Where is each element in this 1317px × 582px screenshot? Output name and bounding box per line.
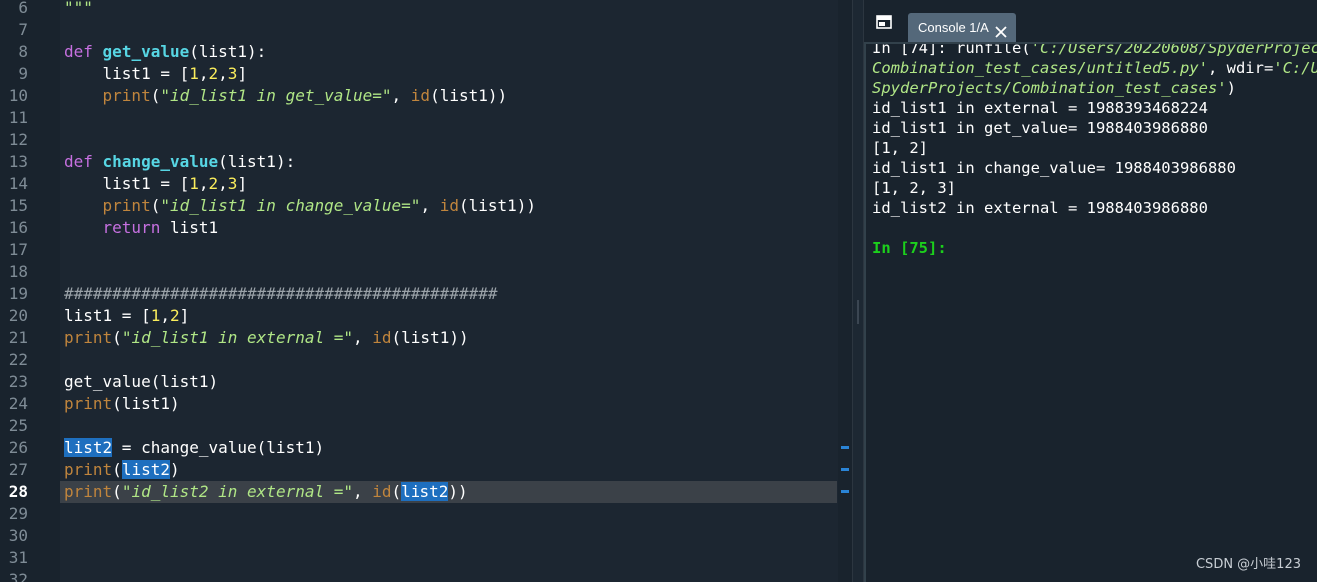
console-line: [1, 2] — [872, 139, 928, 157]
line-number: 11 — [8, 108, 28, 127]
code-text: def change_value(list1): — [64, 152, 296, 171]
code-text: print("id_list1 in get_value=", id(list1… — [102, 86, 508, 105]
line-number: 29 — [8, 504, 28, 523]
line-number: 30 — [8, 526, 28, 545]
console-line: Combination_test_cases/untitled5.py', wd… — [872, 59, 1317, 77]
code-text: print("id_list1 in external =", id(list1… — [64, 328, 469, 347]
occurrence-marker — [841, 490, 849, 493]
code-line[interactable]: 11 — [0, 107, 852, 129]
line-number: 27 — [8, 460, 28, 479]
code-text: list1 = [1,2,3] — [64, 64, 248, 83]
watermark: CSDN @小哇123 — [1195, 557, 1301, 572]
occurrence-marker — [841, 446, 849, 449]
line-number: 10 — [8, 86, 28, 105]
console-line: id_list1 in get_value= 1988403986880 — [872, 119, 1208, 137]
code-text: return list1 — [102, 218, 219, 237]
line-number: 16 — [8, 218, 28, 237]
console-tab-bar: Console 1/A — [864, 0, 1317, 43]
ipython-console-pane[interactable]: Console 1/A In [74]: runfile('C:/Users/2… — [864, 0, 1317, 582]
code-text: list2 = change_value(list1) — [64, 438, 325, 457]
line-number: 13 — [8, 152, 28, 171]
line-number: 32 — [8, 570, 28, 582]
code-line[interactable]: 12 — [0, 129, 852, 151]
line-number: 22 — [8, 350, 28, 369]
code-line[interactable]: 14 list1 = [1,2,3] — [0, 173, 852, 195]
line-number: 31 — [8, 548, 28, 567]
tab-console[interactable]: Console 1/A — [908, 13, 1016, 43]
code-line[interactable]: 29 — [0, 503, 852, 525]
code-line[interactable]: 6 """ — [0, 0, 852, 19]
line-number: 25 — [8, 416, 28, 435]
code-line[interactable]: 15 print("id_list1 in change_value=", id… — [0, 195, 852, 217]
occurrence-marker — [841, 468, 849, 471]
editor-scrollbar[interactable] — [838, 0, 852, 582]
line-number: 15 — [8, 196, 28, 215]
code-line[interactable]: 28 print("id_list2 in external =", id(lis… — [0, 481, 852, 503]
code-line[interactable]: 9 list1 = [1,2,3] — [0, 63, 852, 85]
code-text: print(list2) — [64, 460, 180, 479]
console-line: id_list1 in external = 1988393468224 — [872, 99, 1208, 117]
console-line: [1, 2, 3] — [872, 179, 956, 197]
console-output[interactable]: In [74]: runfile('C:/Users/20220608/Spyd… — [864, 42, 1317, 582]
code-line[interactable]: 23 get_value(list1) — [0, 371, 852, 393]
line-number: 6 — [18, 0, 28, 17]
line-number: 7 — [18, 20, 28, 39]
code-text: print("id_list2 in external =", id(list2… — [64, 482, 468, 501]
code-line[interactable]: 24 print(list1) — [0, 393, 852, 415]
close-icon[interactable] — [994, 20, 1008, 38]
code-text: get_value(list1) — [64, 372, 219, 391]
line-number: 26 — [8, 438, 28, 457]
pane-splitter[interactable] — [852, 0, 864, 582]
line-number: 9 — [18, 64, 28, 83]
code-line[interactable]: 25 — [0, 415, 852, 437]
line-number: 28 — [8, 482, 28, 501]
code-line[interactable]: 16 return list1 — [0, 217, 852, 239]
code-text: ########################################… — [64, 284, 498, 303]
code-line[interactable]: 22 — [0, 349, 852, 371]
line-number: 17 — [8, 240, 28, 259]
line-number: 24 — [8, 394, 28, 413]
code-line[interactable]: 19 ######################################… — [0, 283, 852, 305]
line-number: 12 — [8, 130, 28, 149]
console-line: SpyderProjects/Combination_test_cases') — [872, 79, 1236, 97]
code-text: def get_value(list1): — [64, 42, 267, 61]
line-number: 23 — [8, 372, 28, 391]
line-number: 8 — [18, 42, 28, 61]
console-line: In [74]: runfile('C:/Users/20220608/Spyd… — [872, 42, 1317, 57]
code-line[interactable]: 31 — [0, 547, 852, 569]
line-number: 18 — [8, 262, 28, 281]
code-line[interactable]: 10 print("id_list1 in get_value=", id(li… — [0, 85, 852, 107]
splitter-grip[interactable] — [857, 300, 859, 324]
code-line[interactable]: 21 print("id_list1 in external =", id(lis… — [0, 327, 852, 349]
line-number: 19 — [8, 284, 28, 303]
line-number: 14 — [8, 174, 28, 193]
code-text: list1 = [1,2,3] — [64, 174, 248, 193]
code-line[interactable]: 26 list2 = change_value(list1) — [0, 437, 852, 459]
code-text: """ — [64, 0, 93, 17]
code-text: print("id_list1 in change_value=", id(li… — [102, 196, 537, 215]
code-line[interactable]: 30 — [0, 525, 852, 547]
code-line[interactable]: 8 def get_value(list1): — [0, 41, 852, 63]
code-editor[interactable]: 6 """ 7 8 def get_value(list1): 9 list1 = [1,… — [0, 0, 852, 582]
console-prompt[interactable]: In [75]: — [872, 238, 947, 258]
code-line[interactable]: 27 print(list2) — [0, 459, 852, 481]
code-line[interactable]: 13 def change_value(list1): — [0, 151, 852, 173]
console-line: id_list1 in change_value= 1988403986880 — [872, 159, 1236, 177]
tab-console-label: Console 1/A — [918, 20, 989, 35]
line-number: 20 — [8, 306, 28, 325]
code-line[interactable]: 18 — [0, 261, 852, 283]
code-text: print(list1) — [64, 394, 180, 413]
code-line[interactable]: 17 — [0, 239, 852, 261]
code-text: list1 = [1,2] — [64, 306, 190, 325]
code-line[interactable]: 32 — [0, 569, 852, 582]
console-line: id_list2 in external = 1988403986880 — [872, 199, 1208, 217]
line-number: 21 — [8, 328, 28, 347]
code-line[interactable]: 20 list1 = [1,2] — [0, 305, 852, 327]
undock-icon[interactable] — [876, 14, 892, 29]
code-line[interactable]: 7 — [0, 19, 852, 41]
